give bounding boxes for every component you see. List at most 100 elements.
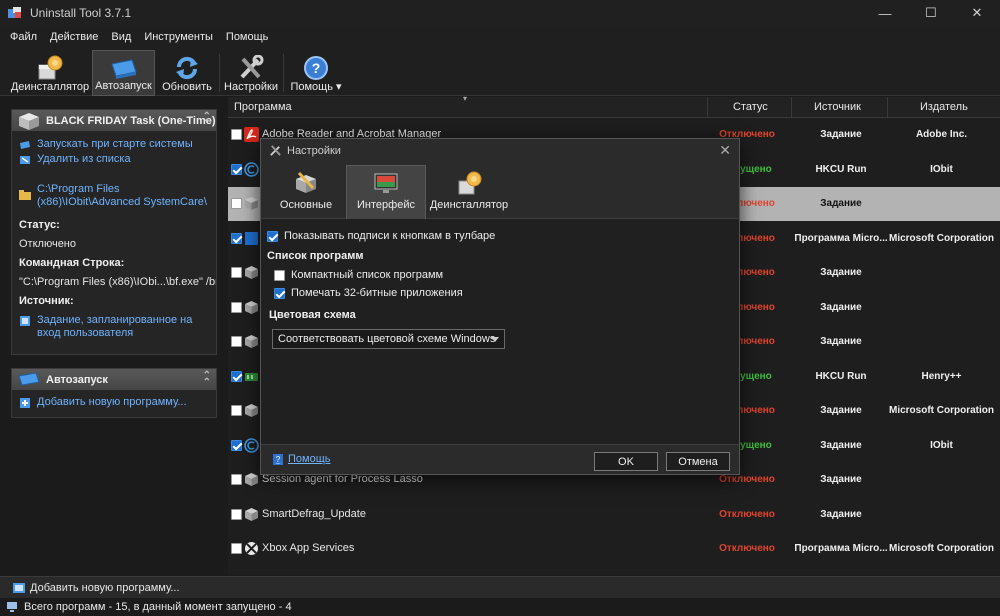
menu-bar: Файл Действие Вид Инструменты Помощь [0, 26, 1000, 48]
minimize-button[interactable]: — [862, 0, 908, 26]
dialog-footer: ? Помощь OK Отмена [261, 445, 739, 474]
program-status: Отключено [719, 543, 775, 554]
row-checkbox-checked[interactable] [231, 163, 242, 175]
uninstaller-button[interactable]: Деинсталлятор [10, 50, 90, 96]
details-panel: BLACK FRIDAY Task (One-Time) ⌃ ⌃ Запускат… [11, 109, 217, 355]
folder-path-link[interactable]: C:\Program Files (x86)\IObit\Advanced Sy… [12, 183, 216, 209]
autorun-panel-header[interactable]: Автозапуск ⌃ ⌃ [12, 369, 216, 390]
column-publisher[interactable]: Издатель [920, 101, 968, 113]
toolbar-separator [219, 54, 220, 92]
row-checkbox[interactable] [231, 336, 242, 347]
dialog-title: Настройки [287, 145, 341, 157]
autorun-panel: Автозапуск ⌃ ⌃ Добавить новую программу..… [11, 368, 217, 418]
program-source: HKCU Run [815, 163, 867, 175]
program-source: Задание [820, 198, 862, 209]
show-captions-checkbox[interactable]: Показывать подписи к кнопкам в тулбаре [267, 230, 495, 242]
menu-action[interactable]: Действие [50, 31, 98, 43]
dialog-close-icon[interactable]: ✕ [719, 142, 731, 159]
monitor-icon [374, 173, 398, 193]
mark-32bit-checkbox[interactable]: Помечать 32-битные приложения [274, 287, 463, 299]
collapse-icon[interactable]: ⌃ ⌃ [203, 371, 211, 388]
program-publisher: Henry++ [921, 370, 962, 382]
source-label: Источник: [19, 295, 74, 307]
color-scheme-select[interactable]: Соответствовать цветовой схеме Windows [272, 329, 505, 349]
menu-view[interactable]: Вид [111, 31, 131, 43]
sidebar: BLACK FRIDAY Task (One-Time) ⌃ ⌃ Запускат… [0, 97, 224, 575]
program-publisher: Microsoft Corporation [889, 232, 994, 244]
box-icon [245, 197, 258, 210]
refresh-label: Обновить [162, 81, 212, 93]
iobit-icon [244, 437, 259, 453]
autorun-panel-icon [18, 372, 40, 386]
row-checkbox-checked[interactable] [231, 370, 242, 382]
tab-basic[interactable]: Основные [269, 165, 343, 219]
checkbox-checked[interactable] [274, 287, 285, 299]
acrobat-icon [244, 127, 259, 142]
row-checkbox[interactable] [231, 129, 242, 140]
table-row[interactable]: Xbox App Services Отключено Программа Micr… [228, 532, 1000, 566]
help-icon: ? [304, 56, 328, 80]
row-checkbox-checked[interactable] [231, 232, 242, 244]
settings-button[interactable]: Настройки [222, 50, 280, 96]
column-program[interactable]: Программа [234, 101, 292, 113]
ok-button[interactable]: OK [594, 452, 658, 471]
svg-text:?: ? [312, 60, 321, 76]
dialog-title-bar: Настройки ✕ [261, 139, 739, 163]
tools-icon [270, 145, 281, 156]
cancel-button[interactable]: Отмена [666, 452, 730, 471]
row-checkbox[interactable] [231, 267, 242, 278]
menu-tools[interactable]: Инструменты [144, 31, 213, 43]
column-source[interactable]: Источник [814, 101, 861, 113]
row-checkbox[interactable] [231, 405, 242, 416]
row-checkbox[interactable] [231, 198, 242, 209]
collapse-icon[interactable]: ⌃ ⌃ [203, 112, 211, 129]
tab-uninstaller[interactable]: Деинсталлятор [429, 165, 509, 219]
uninstaller-icon [458, 171, 482, 195]
status-label: Статус: [19, 219, 60, 231]
compact-list-checkbox[interactable]: Компактный список программ [274, 269, 443, 281]
toolbar-separator [283, 54, 284, 92]
close-button[interactable]: ✕ [954, 0, 1000, 26]
program-source: Задание [820, 508, 862, 520]
box-icon [245, 404, 258, 417]
command-line-value: "C:\Program Files (x86)\IObi...\bf.exe" … [19, 276, 216, 288]
checkbox-unchecked[interactable] [274, 269, 285, 281]
details-panel-header[interactable]: BLACK FRIDAY Task (One-Time) ⌃ ⌃ [12, 110, 216, 131]
checkbox-checked[interactable] [267, 230, 278, 242]
row-checkbox[interactable] [231, 301, 242, 313]
row-checkbox[interactable] [231, 543, 242, 554]
start-at-boot-link[interactable]: Запускать при старте системы [12, 138, 216, 151]
program-source: Задание [820, 129, 862, 140]
help-small-icon: ? [273, 453, 283, 465]
refresh-button[interactable]: Обновить [158, 50, 216, 96]
row-checkbox[interactable] [231, 508, 242, 520]
title-bar: Uninstall Tool 3.7.1 — ☐ ✕ [0, 0, 1000, 26]
dialog-help-link[interactable]: ? Помощь [273, 453, 331, 465]
autorun-small-icon [20, 141, 30, 149]
table-row[interactable]: SmartDefrag_Update Отключено Задание [228, 498, 1000, 532]
blue-icon [245, 231, 258, 245]
tab-interface[interactable]: Интерфейс [346, 165, 426, 219]
column-status[interactable]: Статус [733, 101, 768, 113]
menu-file[interactable]: Файл [10, 31, 37, 43]
autorun-button[interactable]: Автозапуск [92, 50, 155, 96]
program-publisher: Adobe Inc. [915, 129, 968, 140]
program-source: Задание [820, 301, 862, 313]
add-program-bar[interactable]: Добавить новую программу... [0, 576, 1000, 598]
green-icon [245, 372, 258, 381]
row-checkbox-checked[interactable] [231, 439, 242, 451]
iobit-icon [244, 161, 259, 177]
program-source: Задание [820, 405, 862, 416]
box-icon [245, 335, 258, 348]
source-value-link[interactable]: Задание, запланированное на вход пользов… [12, 314, 216, 340]
maximize-button[interactable]: ☐ [908, 0, 954, 26]
add-program-link[interactable]: Добавить новую программу... [12, 396, 216, 409]
help-button[interactable]: ? Помощь ▾ [286, 50, 346, 96]
menu-help[interactable]: Помощь [226, 31, 269, 43]
details-panel-title: BLACK FRIDAY Task (One-Time) [46, 114, 216, 127]
box-icon [245, 300, 258, 314]
list-section-label: Список программ [267, 250, 364, 262]
row-checkbox[interactable] [231, 474, 242, 485]
program-status: Отключено [719, 474, 775, 485]
remove-from-list-link[interactable]: Удалить из списка [12, 153, 216, 166]
